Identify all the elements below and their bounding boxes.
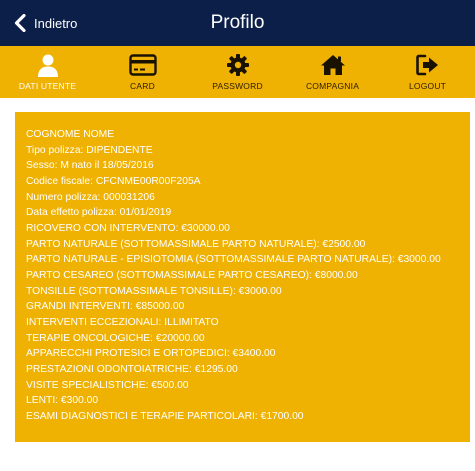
tab-card[interactable]: CARD [95,46,190,98]
back-button[interactable]: Indietro [14,0,77,46]
tab-compagnia[interactable]: COMPAGNIA [285,46,380,98]
coverage-line: TONSILLE (SOTTOMASSIMALE TONSILLE): €300… [26,285,282,297]
coverage-line: TERAPIE ONCOLOGICHE: €20000.00 [26,332,205,344]
policy-number: Numero polizza: 000031206 [26,191,155,203]
tab-logout[interactable]: LOGOUT [380,46,475,98]
coverage-line: PARTO NATURALE - EPISIOTOMIA (SOTTOMASSI… [26,254,441,266]
tab-compagnia-label: COMPAGNIA [305,81,360,91]
back-button-label: Indietro [34,15,78,31]
tab-password-label: PASSWORD [212,81,263,91]
coverage-line: PARTO CESAREO (SOTTOMASSIMALE PARTO CESA… [26,269,358,281]
chevron-left-icon [14,14,26,32]
gear-icon [226,52,250,78]
logout-icon [415,52,440,78]
sex-birth-date: Sesso: M nato il 18/05/2016 [26,160,154,172]
card-icon [128,52,157,78]
tab-dati-utente[interactable]: DATI UTENTE [0,46,95,98]
coverage-line: INTERVENTI ECCEZIONALI: ILLIMITATO [26,316,219,328]
home-icon [320,52,346,78]
coverage-line: GRANDI INTERVENTI: €85000.00 [26,301,185,313]
coverage-line: PRESTAZIONI ODONTOIATRICHE: €1295.00 [26,363,238,375]
coverage-line: ESAMI DIAGNOSTICI E TERAPIE PARTICOLARI:… [26,410,304,422]
tab-logout-label: LOGOUT [408,81,447,91]
profile-card: COGNOME NOME Tipo polizza: DIPENDENTE Se… [15,112,470,442]
tab-bar: DATI UTENTE CARD PASSWORD COMPAGNIA LOGO… [0,46,475,98]
coverage-line: PARTO NATURALE (SOTTOMASSIMALE PARTO NAT… [26,238,366,250]
coverage-line: RICOVERO CON INTERVENTO: €30000.00 [26,222,230,234]
tab-password[interactable]: PASSWORD [190,46,285,98]
coverage-line: LENTI: €300.00 [26,395,99,407]
coverage-line: APPARECCHI PROTESICI E ORTOPEDICI: €3400… [26,348,276,360]
policy-effective-date: Data effetto polizza: 01/01/2019 [26,207,172,219]
user-icon [36,52,60,78]
tab-card-label: CARD [130,81,155,91]
profile-name: COGNOME NOME [26,129,115,140]
top-bar: Indietro Profilo [0,0,475,46]
coverage-line: VISITE SPECIALISTICHE: €500.00 [26,379,189,391]
tab-dati-utente-label: DATI UTENTE [18,81,77,91]
policy-type: Tipo polizza: DIPENDENTE [26,144,153,156]
profile-details: COGNOME NOME Tipo polizza: DIPENDENTE Se… [26,127,441,424]
tax-code: Codice fiscale: CFCNME00R00F205A [26,175,201,187]
